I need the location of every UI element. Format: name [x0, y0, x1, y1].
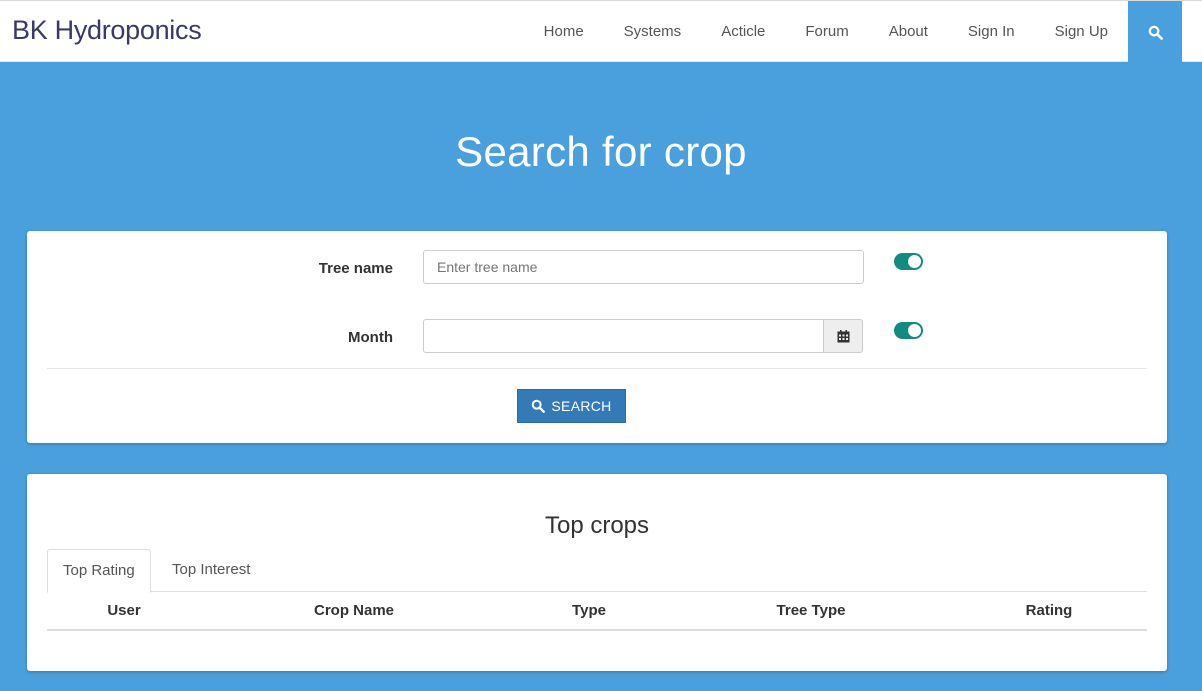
nav-sign-in[interactable]: Sign In — [948, 1, 1035, 63]
brand-logo[interactable]: BK Hydroponics — [12, 15, 202, 46]
table-header: User Crop Name Type Tree Type Rating — [47, 592, 1147, 631]
search-icon — [532, 399, 546, 413]
col-type[interactable]: Type — [507, 592, 671, 629]
nav-systems[interactable]: Systems — [604, 1, 702, 63]
col-crop-name[interactable]: Crop Name — [201, 592, 507, 629]
col-rating[interactable]: Rating — [951, 592, 1147, 629]
search-icon — [1148, 25, 1163, 40]
tab-top-rating[interactable]: Top Rating — [47, 549, 151, 593]
toggle-knob — [908, 255, 921, 268]
col-tree-type[interactable]: Tree Type — [671, 592, 951, 629]
calendar-button[interactable] — [823, 319, 863, 353]
col-user[interactable]: User — [47, 592, 201, 629]
toggle-knob — [908, 324, 921, 337]
top-crops-tabs: Top Rating Top Interest — [47, 549, 1147, 593]
nav-search-button[interactable] — [1128, 1, 1182, 63]
calendar-icon — [837, 329, 849, 342]
month-input[interactable] — [423, 319, 824, 353]
search-card: Tree name Month SEARCH — [27, 231, 1167, 443]
tree-name-input[interactable] — [423, 250, 864, 284]
form-divider — [47, 368, 1147, 369]
top-crops-title: Top crops — [544, 512, 650, 539]
top-crops-card: Top crops Top Rating Top Interest User C… — [27, 474, 1167, 671]
search-button-label: SEARCH — [551, 398, 612, 414]
navbar: BK Hydroponics Home Systems Acticle Foru… — [0, 0, 1202, 63]
month-toggle[interactable] — [894, 322, 923, 339]
tab-top-interest[interactable]: Top Interest — [157, 549, 265, 592]
month-label: Month — [348, 329, 393, 346]
nav-home[interactable]: Home — [524, 1, 604, 63]
page-title: Search for crop — [455, 128, 747, 175]
nav-links: Home Systems Acticle Forum About Sign In… — [524, 1, 1128, 63]
nav-article[interactable]: Acticle — [701, 1, 785, 63]
search-button[interactable]: SEARCH — [517, 389, 626, 423]
tree-name-label: Tree name — [318, 260, 393, 277]
tree-name-toggle[interactable] — [894, 253, 923, 270]
nav-sign-up[interactable]: Sign Up — [1035, 1, 1128, 63]
nav-about[interactable]: About — [869, 1, 948, 63]
nav-forum[interactable]: Forum — [785, 1, 868, 63]
